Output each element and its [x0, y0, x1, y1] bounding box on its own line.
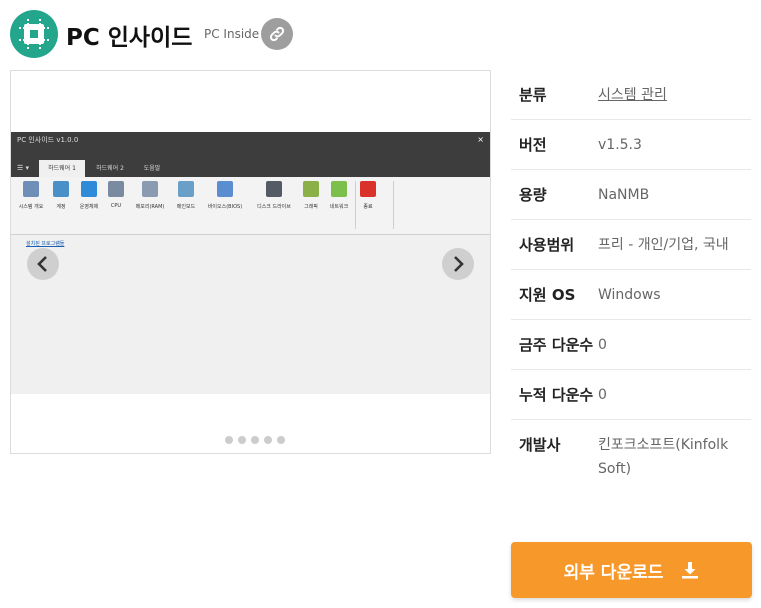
screenshot-ribbon-item: 바이오스(BIOS) — [208, 181, 242, 210]
screenshot-window-title: PC 인사이드 v1.0.0 — [11, 132, 490, 148]
carousel-prev-button[interactable] — [27, 248, 59, 280]
graphics-icon — [303, 181, 319, 197]
info-key: 사용범위 — [519, 236, 575, 254]
info-value: v1.5.3 — [598, 137, 642, 153]
carousel-dot[interactable] — [251, 436, 259, 444]
system-overview-icon — [23, 181, 39, 197]
screenshot-tab-help: 도움말 — [143, 165, 161, 172]
info-row-supported-os: 지원 OS Windows — [511, 270, 751, 320]
bios-icon — [217, 181, 233, 197]
info-value: 킨포크소프트(Kinfolk Soft) — [598, 437, 729, 477]
info-key: 개발사 — [519, 436, 561, 454]
screenshot-ribbon-label: 종료 — [363, 204, 373, 210]
app-screenshot: PC 인사이드 v1.0.0 × ☰ ▾ 하드웨어 1 하드웨어 2 도움말 시… — [11, 132, 490, 394]
info-row-developer: 개발사 킨포크소프트(Kinfolk Soft) — [511, 420, 751, 493]
external-download-button[interactable]: 외부 다운로드 — [511, 542, 752, 598]
windows-icon — [81, 181, 97, 197]
exit-icon — [360, 181, 376, 197]
chevron-left-icon — [37, 256, 47, 272]
info-key: 용량 — [519, 186, 547, 204]
carousel-dots — [225, 436, 285, 444]
info-row-category: 분류 시스템 관리 — [511, 70, 751, 120]
screenshot-tab-hardware-1: 하드웨어 1 — [39, 160, 85, 177]
carousel-next-button[interactable] — [442, 248, 474, 280]
info-key: 버전 — [519, 136, 547, 154]
screenshot-carousel[interactable]: PC 인사이드 v1.0.0 × ☰ ▾ 하드웨어 1 하드웨어 2 도움말 시… — [10, 70, 491, 454]
screenshot-system-menu: ☰ ▾ — [17, 164, 30, 172]
copy-link-button[interactable] — [261, 18, 293, 50]
mainboard-icon — [178, 181, 194, 197]
memory-icon — [142, 181, 158, 197]
info-key: 분류 — [519, 86, 547, 104]
info-value: NaNMB — [598, 187, 650, 203]
disk-drive-icon — [266, 181, 282, 197]
info-value: 0 — [598, 337, 607, 353]
chevron-right-icon — [454, 256, 464, 272]
carousel-dot[interactable] — [225, 436, 233, 444]
screenshot-installed-programs-link: 설치된 프로그램들 — [26, 241, 65, 247]
download-button-label: 외부 다운로드 — [563, 562, 664, 583]
info-row-size: 용량 NaNMB — [511, 170, 751, 220]
category-link[interactable]: 시스템 관리 — [598, 83, 751, 107]
link-icon — [269, 26, 285, 42]
download-icon — [682, 562, 699, 579]
screenshot-tab-hardware-2: 하드웨어 2 — [96, 165, 124, 172]
info-value: 프리 - 개인/기업, 국내 — [598, 237, 729, 253]
info-key: 누적 다운수 — [519, 386, 594, 404]
screenshot-ribbon: 시스템 개요 계정 운영체제 CPU 메모리(RAM) 메인보드 바이오스(BIOS) 디스크… — [11, 177, 490, 235]
info-row-license: 사용범위 프리 - 개인/기업, 국내 — [511, 220, 751, 270]
app-title: PC 인사이드 — [66, 25, 193, 51]
info-key: 금주 다운수 — [519, 336, 594, 354]
screenshot-ribbon-item: 종료 — [356, 181, 380, 210]
app-info-table: 분류 시스템 관리 버전 v1.5.3 용량 NaNMB 사용범위 프리 - 개… — [511, 70, 751, 493]
screenshot-ribbon-separator — [355, 181, 356, 229]
info-value: Windows — [598, 287, 661, 303]
screenshot-ribbon-separator — [393, 181, 394, 229]
carousel-dot[interactable] — [277, 436, 285, 444]
info-value: 0 — [598, 387, 607, 403]
screenshot-close-icon: × — [477, 135, 484, 144]
accounts-icon — [53, 181, 69, 197]
info-row-total-downloads: 누적 다운수 0 — [511, 370, 751, 420]
wifi-icon — [331, 181, 347, 197]
carousel-dot[interactable] — [264, 436, 272, 444]
carousel-dot[interactable] — [238, 436, 246, 444]
info-row-weekly-downloads: 금주 다운수 0 — [511, 320, 751, 370]
info-key: 지원 OS — [519, 286, 576, 304]
cpu-icon — [108, 181, 124, 197]
info-row-version: 버전 v1.5.3 — [511, 120, 751, 170]
app-subtitle: PC Inside — [204, 27, 260, 41]
app-logo-cpu-chip-icon — [10, 10, 58, 58]
